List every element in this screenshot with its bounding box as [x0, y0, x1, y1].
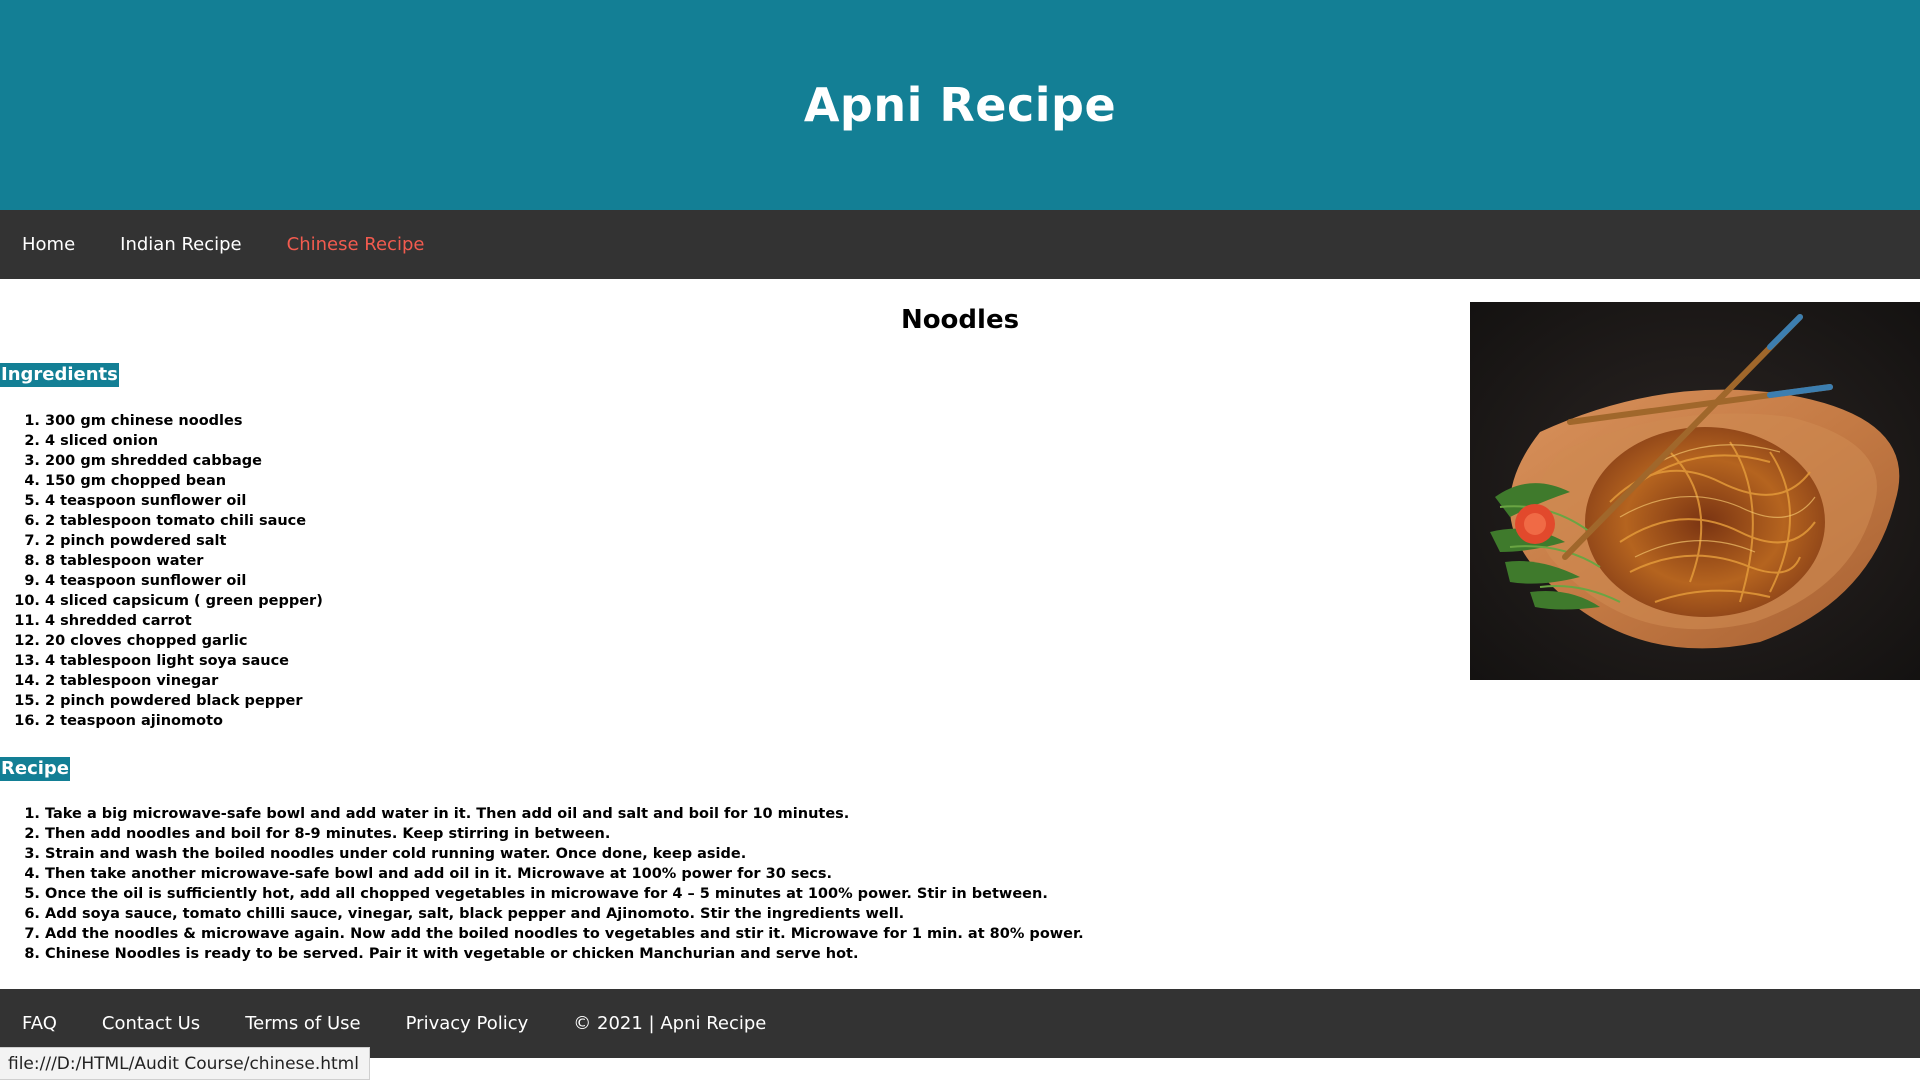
footer-link-privacy-policy[interactable]: Privacy Policy: [406, 1013, 529, 1034]
list-item: 2 pinch powdered salt: [45, 531, 323, 551]
list-item: Once the oil is sufficiently hot, add al…: [45, 884, 1084, 904]
list-item: 4 teaspoon sunflower oil: [45, 491, 323, 511]
status-url: file:///D:/HTML/Audit Course/chinese.htm…: [8, 1053, 359, 1074]
footer-link-contact-us[interactable]: Contact Us: [102, 1013, 200, 1034]
nav-link-home[interactable]: Home: [22, 234, 75, 255]
list-item: 2 tablespoon tomato chili sauce: [45, 511, 323, 531]
list-item: 20 cloves chopped garlic: [45, 631, 323, 651]
list-item: 4 shredded carrot: [45, 611, 323, 631]
list-item: 2 tablespoon vinegar: [45, 671, 323, 691]
list-item: Strain and wash the boiled noodles under…: [45, 844, 1084, 864]
site-header: Apni Recipe: [0, 0, 1920, 210]
browser-status-bar: file:///D:/HTML/Audit Course/chinese.htm…: [0, 1047, 370, 1080]
list-item: 4 sliced capsicum ( green pepper): [45, 591, 323, 611]
list-item: 4 tablespoon light soya sauce: [45, 651, 323, 671]
nav-link-indian-recipe[interactable]: Indian Recipe: [120, 234, 241, 255]
main-nav: Home Indian Recipe Chinese Recipe: [0, 210, 1920, 279]
site-title: Apni Recipe: [803, 78, 1117, 132]
list-item: Add the noodles & microwave again. Now a…: [45, 924, 1084, 944]
list-item: 4 teaspoon sunflower oil: [45, 571, 323, 591]
list-item: 300 gm chinese noodles: [45, 411, 323, 431]
list-item: Then add noodles and boil for 8-9 minute…: [45, 824, 1084, 844]
list-item: Add soya sauce, tomato chilli sauce, vin…: [45, 904, 1084, 924]
list-item: 4 sliced onion: [45, 431, 323, 451]
list-item: 2 pinch powdered black pepper: [45, 691, 323, 711]
list-item: 200 gm shredded cabbage: [45, 451, 323, 471]
nav-link-chinese-recipe[interactable]: Chinese Recipe: [287, 234, 425, 255]
list-item: 150 gm chopped bean: [45, 471, 323, 491]
ingredients-heading: Ingredients: [0, 363, 119, 387]
noodles-photo: [1470, 302, 1920, 680]
footer-link-faq[interactable]: FAQ: [22, 1013, 57, 1034]
footer-copyright: © 2021 | Apni Recipe: [573, 1013, 767, 1034]
list-item: Take a big microwave-safe bowl and add w…: [45, 804, 1084, 824]
list-item: Then take another microwave-safe bowl an…: [45, 864, 1084, 884]
list-item: 2 teaspoon ajinomoto: [45, 711, 323, 731]
footer-link-terms-of-use[interactable]: Terms of Use: [245, 1013, 360, 1034]
recipe-steps-list: Take a big microwave-safe bowl and add w…: [0, 804, 1084, 964]
main-content: Noodles Ingredients 300 gm chinese noodl…: [0, 279, 1920, 989]
list-item: 8 tablespoon water: [45, 551, 323, 571]
recipe-heading: Recipe: [0, 757, 71, 781]
list-item: Chinese Noodles is ready to be served. P…: [45, 944, 1084, 964]
ingredients-list: 300 gm chinese noodles 4 sliced onion 20…: [0, 411, 323, 731]
